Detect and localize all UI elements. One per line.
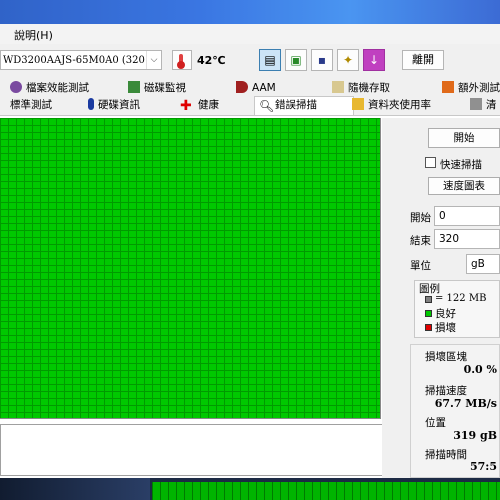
tab-extra-tests[interactable]: 額外測試: [442, 80, 500, 96]
temperature-readout: 42℃: [197, 54, 226, 67]
thermometer-icon: [172, 50, 192, 70]
options-icon: ✦: [342, 53, 354, 67]
quick-scan-checkbox[interactable]: [425, 157, 436, 168]
drive-select[interactable]: WD3200AAJS-65M0A0 (320 gB) ⌵: [0, 50, 162, 70]
damaged-blocks-value: 0.0 %: [463, 363, 497, 376]
save-button[interactable]: ▪: [311, 49, 333, 71]
toolbar: WD3200AAJS-65M0A0 (320 gB) ⌵ 42℃ ▤ ▣ ▪ ✦…: [0, 44, 500, 78]
position-label: 位置: [425, 417, 446, 429]
background-window-strip: [0, 478, 500, 500]
tab-row-2: 標準測試 硬碟資訊 ✚ 健康 🔍︎錯誤掃描 資料夾使用率 清: [0, 96, 500, 116]
save-icon: ▪: [317, 53, 327, 67]
position-value: 319 gB: [453, 429, 497, 442]
download-icon: ↓: [368, 53, 380, 67]
copy-text-button[interactable]: ▤: [259, 49, 281, 71]
legend-group: 圖例 = 122 MB 良好 損壞: [414, 280, 500, 338]
scan-speed-value: 67.7 MB/s: [434, 397, 497, 410]
tab-disk-monitor[interactable]: 磁碟監視: [128, 80, 186, 96]
unit-select[interactable]: gB: [466, 254, 500, 274]
copy-screenshot-icon: ▣: [290, 53, 302, 67]
scan-speed-label: 掃描速度: [425, 385, 467, 397]
menu-help[interactable]: 說明(H): [14, 27, 53, 43]
end-input[interactable]: 320: [434, 229, 500, 249]
options-button[interactable]: ✦: [337, 49, 359, 71]
tab-health[interactable]: ✚ 健康: [180, 97, 219, 113]
folder-icon: [352, 98, 364, 110]
tab-row-1: 檔案效能測試 磁碟監視 AAM 隨機存取 額外測試: [0, 80, 500, 97]
copy-text-icon: ▤: [264, 53, 276, 67]
scan-block-map: [0, 118, 381, 419]
speed-map-button[interactable]: 速度圖表: [428, 177, 500, 195]
legend-block-swatch: [425, 296, 432, 303]
start-field-label: 開始: [410, 212, 431, 224]
speaker-icon: [236, 81, 248, 93]
tab-random-access[interactable]: 隨機存取: [332, 80, 390, 96]
tab-aam[interactable]: AAM: [236, 80, 276, 96]
health-cross-icon: ✚: [180, 98, 192, 114]
menu-bar: 說明(H): [0, 24, 500, 45]
quick-scan-label: 快速掃描: [440, 159, 482, 171]
download-button[interactable]: ↓: [363, 49, 385, 71]
end-field-label: 結束: [410, 235, 431, 247]
chevron-down-icon: ⌵: [146, 51, 161, 69]
scan-time-label: 掃描時間: [425, 449, 467, 461]
drive-select-value: WD3200AAJS-65M0A0 (320 gB): [3, 55, 162, 66]
legend-bad-swatch: [425, 324, 432, 331]
copy-screenshot-button[interactable]: ▣: [285, 49, 307, 71]
random-access-icon: [332, 81, 344, 93]
tab-benchmark[interactable]: 標準測試: [10, 97, 52, 113]
disk-monitor-icon: [128, 81, 140, 93]
legend-good-label: 良好: [435, 308, 456, 320]
tab-error-scan[interactable]: 🔍︎錯誤掃描: [254, 96, 354, 115]
tab-folder-usage[interactable]: 資料夾使用率: [352, 97, 431, 113]
extra-tests-icon: [442, 81, 454, 93]
start-input[interactable]: 0: [434, 206, 500, 226]
start-scan-button[interactable]: 開始: [428, 128, 500, 148]
magnifier-icon: 🔍︎: [259, 99, 275, 113]
legend-bad-label: 損壞: [435, 322, 456, 334]
tab-erase[interactable]: 清: [470, 97, 497, 113]
scan-log[interactable]: [0, 424, 396, 476]
unit-label: 單位: [410, 260, 431, 272]
trash-icon: [470, 98, 482, 110]
tab-info[interactable]: 硬碟資訊: [88, 97, 140, 113]
desktop-title-strip: [0, 0, 500, 24]
legend-block-size: = 122 MB: [435, 293, 487, 304]
file-benchmark-icon: [10, 81, 22, 93]
scan-time-value: 57:5: [469, 460, 497, 473]
background-block-map: [152, 482, 500, 500]
legend-good-swatch: [425, 310, 432, 317]
exit-button[interactable]: 離開: [402, 50, 444, 70]
damaged-blocks-label: 損壞區塊: [425, 351, 467, 363]
info-icon: [88, 98, 94, 110]
scan-stats: 損壞區塊 0.0 % 掃描速度 67.7 MB/s 位置 319 gB 掃描時間…: [410, 344, 500, 478]
tab-file-benchmark[interactable]: 檔案效能測試: [10, 80, 89, 96]
